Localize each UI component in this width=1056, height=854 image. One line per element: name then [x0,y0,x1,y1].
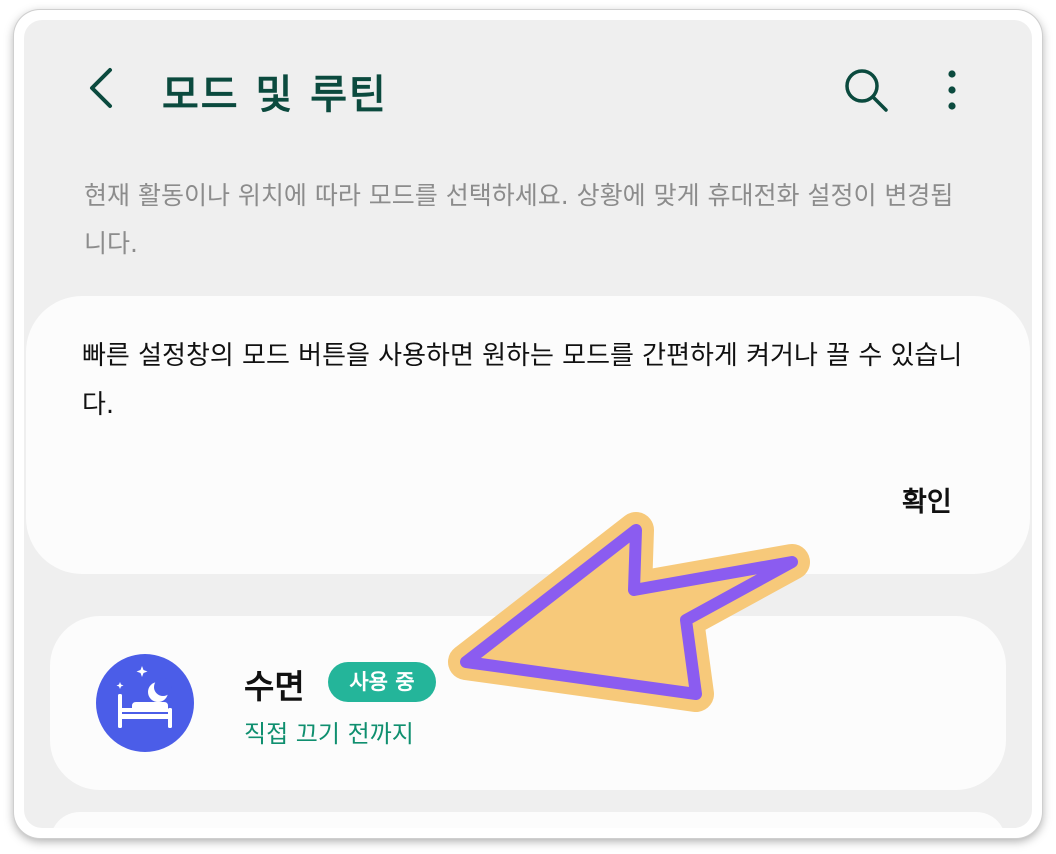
status-badge: 사용 중 [328,662,436,702]
next-mode-card[interactable] [50,812,1006,828]
search-icon[interactable] [842,66,890,114]
more-vertical-icon[interactable] [936,66,968,114]
mode-subtitle: 직접 끄기 전까지 [244,720,414,748]
tip-text: 빠른 설정창의 모드 버튼을 사용하면 원하는 모드를 간편하게 켜거나 끌 수… [82,341,963,420]
sleep-bed-icon [96,654,194,752]
chevron-left-icon[interactable] [82,66,122,110]
page-description: 현재 활동이나 위치에 따라 모드를 선택하세요. 상황에 맞게 휴대전화 설정… [84,181,954,258]
confirm-button[interactable]: 확인 [902,480,952,519]
mode-name: 수면 [244,667,305,706]
screen: 모드 및 루틴 현재 활동이나 위치에 따라 모드를 선택하세요. 상황에 맞게… [24,20,1032,828]
page-title: 모드 및 루틴 [162,72,388,118]
